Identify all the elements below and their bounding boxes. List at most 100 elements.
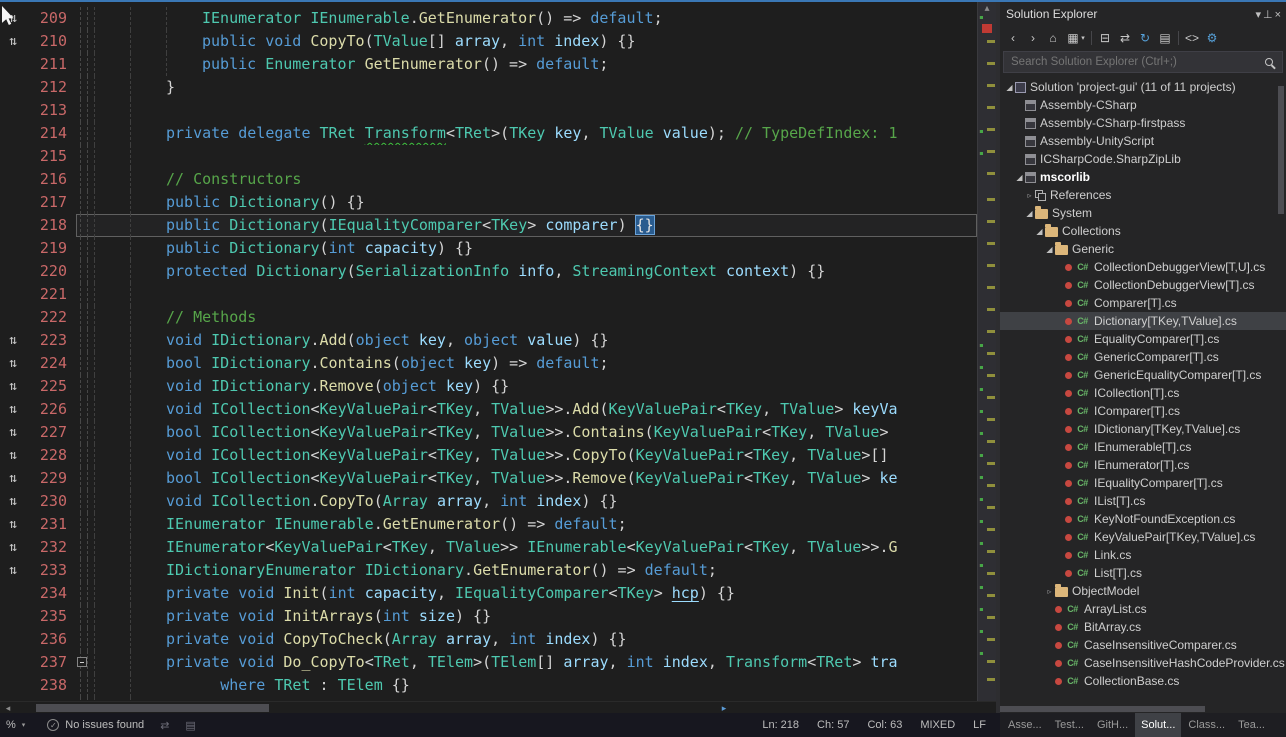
tree-item[interactable]: ◢mscorlib bbox=[1000, 168, 1286, 186]
list-status-icon[interactable]: ▤ bbox=[185, 719, 195, 732]
encoding-indicator[interactable]: MIXED bbox=[920, 719, 955, 731]
tree-item[interactable]: C#GenericEqualityComparer[T].cs bbox=[1000, 366, 1286, 384]
code-line[interactable]: 218public Dictionary(IEqualityComparer<T… bbox=[0, 214, 996, 237]
code-line[interactable]: ⇅210public void CopyTo(TValue[] array, i… bbox=[0, 30, 996, 53]
panel-tab-gith[interactable]: GitH... bbox=[1091, 713, 1134, 737]
character-indicator[interactable]: Ch: 57 bbox=[817, 719, 849, 731]
expanded-arrow-icon[interactable]: ◢ bbox=[1004, 83, 1015, 92]
tree-item[interactable]: C#KeyValuePair[TKey,TValue].cs bbox=[1000, 528, 1286, 546]
line-number[interactable]: 209 bbox=[26, 7, 76, 30]
tree-item[interactable]: C#IEnumerator[T].cs bbox=[1000, 456, 1286, 474]
line-number[interactable]: 239 bbox=[26, 697, 76, 701]
code-line[interactable]: ⇅223void IDictionary.Add(object key, obj… bbox=[0, 329, 996, 352]
switch-views-caret-icon[interactable]: ▾ bbox=[1079, 29, 1087, 47]
panel-title-bar[interactable]: Solution Explorer ▾⊥× bbox=[1000, 2, 1286, 25]
expanded-arrow-icon[interactable]: ◢ bbox=[1044, 245, 1055, 254]
search-box[interactable] bbox=[1003, 51, 1283, 73]
implement-arrows-icon[interactable]: ⇅ bbox=[9, 402, 17, 417]
tree-item[interactable]: C#ICollection[T].cs bbox=[1000, 384, 1286, 402]
code-line[interactable]: 222// Methods bbox=[0, 306, 996, 329]
code-line[interactable]: 215 bbox=[0, 145, 996, 168]
code-line[interactable]: ⇅224bool IDictionary.Contains(object key… bbox=[0, 352, 996, 375]
tree-item[interactable]: Assembly-CSharp bbox=[1000, 96, 1286, 114]
code-line[interactable]: 220protected Dictionary(SerializationInf… bbox=[0, 260, 996, 283]
code-line[interactable]: ⇅231IEnumerator IEnumerable.GetEnumerato… bbox=[0, 513, 996, 536]
code-line[interactable]: 211public Enumerator GetEnumerator() => … bbox=[0, 53, 996, 76]
show-all-files-icon[interactable]: ▤ bbox=[1156, 29, 1174, 47]
hscroll-thumb[interactable] bbox=[36, 704, 269, 712]
line-number[interactable]: 212 bbox=[26, 76, 76, 99]
collapse-all-icon[interactable]: ⊟ bbox=[1096, 29, 1114, 47]
tree-item[interactable]: C#CollectionBase.cs bbox=[1000, 672, 1286, 690]
line-number[interactable]: 221 bbox=[26, 283, 76, 306]
search-icon[interactable] bbox=[1265, 58, 1273, 66]
tree-horizontal-scrollbar[interactable] bbox=[1000, 705, 1286, 713]
hscroll-track[interactable] bbox=[16, 702, 716, 714]
code-line[interactable]: ⇅227bool ICollection<KeyValuePair<TKey, … bbox=[0, 421, 996, 444]
code-line[interactable]: ⇅230void ICollection.CopyTo(Array array,… bbox=[0, 490, 996, 513]
line-number[interactable]: 232 bbox=[26, 536, 76, 559]
line-number[interactable]: 230 bbox=[26, 490, 76, 513]
implement-arrows-icon[interactable]: ⇅ bbox=[9, 471, 17, 486]
tree-item[interactable]: C#Comparer[T].cs bbox=[1000, 294, 1286, 312]
tree-item[interactable]: C#List[T].cs bbox=[1000, 564, 1286, 582]
expanded-arrow-icon[interactable]: ◢ bbox=[1034, 227, 1045, 236]
code-line[interactable]: 234private void Init(int capacity, IEqua… bbox=[0, 582, 996, 605]
tree-item[interactable]: ▹References bbox=[1000, 186, 1286, 204]
tree-item[interactable]: C#Dictionary[TKey,TValue].cs bbox=[1000, 312, 1286, 330]
implement-arrows-icon[interactable]: ⇅ bbox=[9, 448, 17, 463]
line-number[interactable]: 225 bbox=[26, 375, 76, 398]
line-number[interactable]: 217 bbox=[26, 191, 76, 214]
tree-item[interactable]: C#CaseInsensitiveHashCodeProvider.cs bbox=[1000, 654, 1286, 672]
code-line[interactable]: 239private static KeyValuePair<TKey, TVa… bbox=[0, 697, 996, 701]
implement-arrows-icon[interactable]: ⇅ bbox=[9, 379, 17, 394]
code-line[interactable]: ⇅229bool ICollection<KeyValuePair<TKey, … bbox=[0, 467, 996, 490]
code-line[interactable]: ⇅225void IDictionary.Remove(object key) … bbox=[0, 375, 996, 398]
line-number[interactable]: 233 bbox=[26, 559, 76, 582]
line-number[interactable]: 216 bbox=[26, 168, 76, 191]
line-number[interactable]: 235 bbox=[26, 605, 76, 628]
code-editor[interactable]: ⇅209IEnumerator IEnumerable.GetEnumerato… bbox=[0, 2, 996, 701]
tree-hscroll-thumb[interactable] bbox=[1000, 706, 1205, 712]
tree-item[interactable]: C#EqualityComparer[T].cs bbox=[1000, 330, 1286, 348]
tree-item[interactable]: C#IEnumerable[T].cs bbox=[1000, 438, 1286, 456]
tree-item[interactable]: C#GenericComparer[T].cs bbox=[1000, 348, 1286, 366]
tree-item[interactable]: C#CollectionDebuggerView[T,U].cs bbox=[1000, 258, 1286, 276]
tree-item[interactable]: C#IComparer[T].cs bbox=[1000, 402, 1286, 420]
scroll-up-arrow-icon[interactable]: ▴ bbox=[978, 2, 996, 16]
issues-status[interactable]: No issues found bbox=[65, 719, 144, 731]
tree-item[interactable]: C#IDictionary[TKey,TValue].cs bbox=[1000, 420, 1286, 438]
code-line[interactable]: ⇅226void ICollection<KeyValuePair<TKey, … bbox=[0, 398, 996, 421]
tree-item[interactable]: C#CaseInsensitiveComparer.cs bbox=[1000, 636, 1286, 654]
issues-check-icon[interactable]: ✓ bbox=[47, 719, 59, 731]
tree-item[interactable]: ◢Generic bbox=[1000, 240, 1286, 258]
tree-item[interactable]: C#IList[T].cs bbox=[1000, 492, 1286, 510]
tree-item[interactable]: ▹ObjectModel bbox=[1000, 582, 1286, 600]
code-line[interactable]: 216// Constructors bbox=[0, 168, 996, 191]
line-number[interactable]: 224 bbox=[26, 352, 76, 375]
tree-item[interactable]: ICSharpCode.SharpZipLib bbox=[1000, 150, 1286, 168]
line-number[interactable]: 226 bbox=[26, 398, 76, 421]
search-input[interactable] bbox=[1009, 55, 1265, 69]
zoom-control[interactable]: % bbox=[6, 719, 16, 731]
properties-icon[interactable]: ⚙ bbox=[1203, 29, 1221, 47]
pin-icon[interactable]: ⊥ bbox=[1263, 9, 1273, 21]
tree-item[interactable]: Assembly-UnityScript bbox=[1000, 132, 1286, 150]
code-line[interactable]: 212} bbox=[0, 76, 996, 99]
code-line[interactable]: ⇅232IEnumerator<KeyValuePair<TKey, TValu… bbox=[0, 536, 996, 559]
back-icon[interactable]: ‹ bbox=[1004, 29, 1022, 47]
panel-tab-class[interactable]: Class... bbox=[1182, 713, 1231, 737]
scroll-left-arrow-icon[interactable]: ◂ bbox=[0, 702, 16, 714]
panel-tab-test[interactable]: Test... bbox=[1049, 713, 1090, 737]
code-line[interactable]: 235private void InitArrays(int size) {} bbox=[0, 605, 996, 628]
implement-arrows-icon[interactable]: ⇅ bbox=[9, 563, 17, 578]
refresh-icon[interactable]: ↻ bbox=[1136, 29, 1154, 47]
line-number[interactable]: 234 bbox=[26, 582, 76, 605]
code-line[interactable]: ⇅228void ICollection<KeyValuePair<TKey, … bbox=[0, 444, 996, 467]
collapsed-arrow-icon[interactable]: ▹ bbox=[1024, 191, 1035, 200]
implement-arrows-icon[interactable]: ⇅ bbox=[9, 540, 17, 555]
code-line[interactable]: 217public Dictionary() {} bbox=[0, 191, 996, 214]
code-line[interactable]: 219public Dictionary(int capacity) {} bbox=[0, 237, 996, 260]
line-number[interactable]: 231 bbox=[26, 513, 76, 536]
tree-item[interactable]: C#BitArray.cs bbox=[1000, 618, 1286, 636]
